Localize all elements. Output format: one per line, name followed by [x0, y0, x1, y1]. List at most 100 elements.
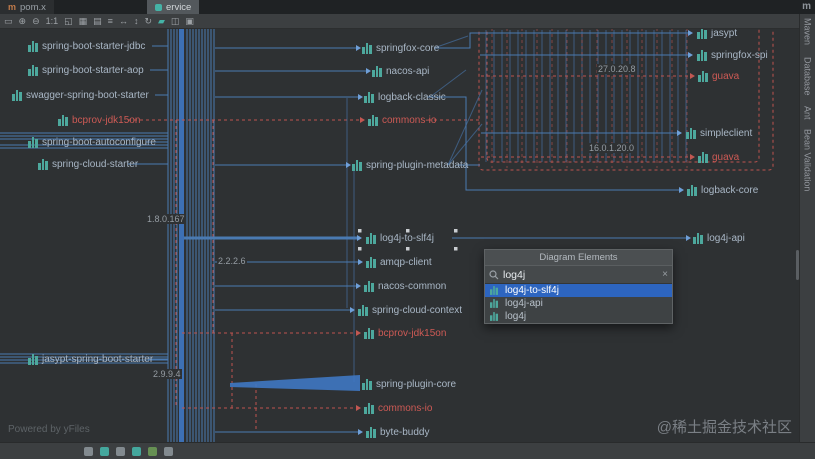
apply-layout-icon[interactable]: ≡	[108, 15, 113, 28]
actual-size-icon[interactable]: 1:1	[46, 15, 59, 28]
node-jasypt-spring-boot-starter[interactable]: jasypt-spring-boot-starter	[28, 352, 153, 366]
node-guava[interactable]: guava	[698, 69, 739, 83]
popup-item-log4j-api[interactable]: log4j-api	[485, 297, 672, 310]
node-jasypt[interactable]: jasypt	[697, 28, 737, 40]
node-label: guava	[712, 70, 740, 82]
node-swagger-spring-boot-starter[interactable]: swagger-spring-boot-starter	[12, 88, 149, 102]
toolwindow-tab-bean-validation[interactable]: Bean Validation	[803, 129, 813, 191]
node-commons-io[interactable]: commons-io	[368, 113, 436, 127]
maven-file-icon: m	[8, 2, 17, 12]
popup-item-label: log4j-to-slf4j	[505, 285, 559, 296]
fit-content-icon[interactable]: ◱	[64, 15, 73, 28]
node-bcprov-jdk15on[interactable]: bcprov-jdk15on	[364, 326, 446, 340]
expand-horizontal-icon[interactable]: ↔	[119, 15, 128, 28]
status-icon-5[interactable]	[148, 446, 157, 456]
node-commons-io[interactable]: commons-io	[364, 401, 432, 415]
status-bar-icons	[0, 446, 173, 456]
diagram-toolbar: ▭ ⊕ ⊖ 1:1 ◱ ▦ ▤ ≡ ↔ ↕ ↻ ▰ ◫ ▣	[0, 14, 800, 29]
node-springfox-core[interactable]: springfox-core	[362, 41, 439, 55]
zoom-in-icon[interactable]: ⊕	[19, 15, 27, 28]
clear-search-icon[interactable]: ×	[662, 269, 668, 280]
node-label: logback-classic	[378, 91, 446, 103]
run-layout-icon[interactable]: ▰	[158, 15, 165, 28]
popup-item-log4j-to-slf4j[interactable]: log4j-to-slf4j	[485, 284, 672, 297]
node-spring-cloud-context[interactable]: spring-cloud-context	[358, 303, 462, 317]
node-label: spring-boot-autoconfigure	[42, 136, 156, 148]
library-icon	[364, 327, 375, 339]
node-bcprov-jdk15on[interactable]: bcprov-jdk15on	[58, 113, 140, 127]
library-icon	[687, 184, 698, 196]
selection-tool-icon[interactable]: ▭	[4, 15, 13, 28]
search-input[interactable]	[503, 268, 659, 281]
status-icon-3[interactable]	[116, 446, 125, 456]
zoom-out-icon[interactable]: ⊖	[32, 15, 40, 28]
node-label: spring-plugin-metadata	[366, 159, 469, 171]
diagram-canvas[interactable]: Diagram Elements × log4j-to-slf4j log4j-a…	[0, 28, 800, 443]
diagram-file-icon	[155, 3, 162, 11]
toolwindow-tab-ant[interactable]: Ant	[803, 106, 813, 120]
status-icon-2[interactable]	[100, 446, 109, 456]
tab-label: ervice	[166, 1, 192, 13]
node-guava[interactable]: guava	[698, 150, 739, 164]
grid-icon[interactable]: ▦	[79, 15, 88, 28]
node-spring-boot-autoconfigure[interactable]: spring-boot-autoconfigure	[28, 135, 156, 149]
search-icon	[489, 269, 499, 279]
status-icon-6[interactable]	[164, 446, 173, 456]
toolwindow-tab-maven[interactable]: Maven	[803, 18, 813, 45]
node-springfox-spi[interactable]: springfox-spi	[697, 48, 768, 62]
library-icon	[28, 353, 39, 365]
tab-service-diagram[interactable]: ervice	[147, 0, 200, 14]
library-icon	[693, 232, 704, 244]
node-label: nacos-api	[386, 65, 430, 77]
node-spring-cloud-starter[interactable]: spring-cloud-starter	[38, 157, 138, 171]
node-log4j-to-slf4j[interactable]: log4j-to-slf4j	[366, 231, 434, 245]
status-icon-1[interactable]	[84, 446, 93, 456]
node-amqp-client[interactable]: amqp-client	[366, 255, 432, 269]
popup-item-log4j[interactable]: log4j	[485, 310, 672, 323]
library-icon	[698, 151, 709, 163]
node-label: commons-io	[378, 402, 433, 414]
node-label: log4j-to-slf4j	[380, 232, 434, 244]
library-icon	[372, 65, 383, 77]
node-label: spring-plugin-core	[376, 378, 457, 390]
node-label: spring-boot-starter-jdbc	[42, 40, 146, 52]
status-icon-4[interactable]	[132, 446, 141, 456]
export-image-icon[interactable]: ◫	[171, 15, 180, 28]
expand-vertical-icon[interactable]: ↕	[134, 15, 139, 28]
refresh-diagram-icon[interactable]: ↻	[144, 15, 152, 28]
print-icon[interactable]: ▣	[185, 15, 194, 28]
status-bar	[0, 442, 815, 459]
node-label: amqp-client	[380, 256, 432, 268]
node-spring-boot-starter-jdbc[interactable]: spring-boot-starter-jdbc	[28, 39, 145, 53]
node-label: springfox-core	[376, 42, 440, 54]
node-nacos-api[interactable]: nacos-api	[372, 64, 429, 78]
node-log4j-api[interactable]: log4j-api	[693, 231, 745, 245]
edge-version-label: 16.0.1.20.0	[588, 143, 636, 153]
tab-pom[interactable]: m pom.x	[0, 0, 54, 14]
node-label: spring-cloud-context	[372, 304, 463, 316]
node-label: bcprov-jdk15on	[378, 327, 447, 339]
node-logback-classic[interactable]: logback-classic	[364, 90, 446, 104]
library-icon	[358, 304, 369, 316]
node-label: spring-cloud-starter	[52, 158, 139, 170]
node-simpleclient[interactable]: simpleclient	[686, 126, 752, 140]
tab-label: pom.x	[20, 1, 46, 13]
node-logback-core[interactable]: logback-core	[687, 183, 758, 197]
snap-to-grid-icon[interactable]: ▤	[93, 15, 102, 28]
popup-title[interactable]: Diagram Elements	[485, 250, 672, 266]
library-icon	[490, 312, 499, 321]
toolwindow-tab-database[interactable]: Database	[803, 57, 813, 96]
node-spring-boot-starter-aop[interactable]: spring-boot-starter-aop	[28, 63, 144, 77]
node-nacos-common[interactable]: nacos-common	[364, 279, 446, 293]
node-spring-plugin-core[interactable]: spring-plugin-core	[362, 377, 456, 391]
popup-item-label: log4j-api	[505, 298, 543, 309]
diagram-elements-popup: Diagram Elements × log4j-to-slf4j log4j-a…	[484, 249, 673, 324]
library-icon	[368, 114, 379, 126]
ide-window: m pom.x ervice m ▭ ⊕ ⊖ 1:1 ◱ ▦ ▤ ≡ ↔ ↕ ↻ ▰ ◫ ▣ Diagra…	[0, 0, 815, 459]
editor-tab-bar: m pom.x ervice m	[0, 0, 815, 14]
library-icon	[490, 299, 499, 308]
node-label: jasypt-spring-boot-starter	[42, 353, 154, 365]
node-spring-plugin-metadata[interactable]: spring-plugin-metadata	[352, 158, 468, 172]
library-icon	[58, 114, 69, 126]
node-byte-buddy[interactable]: byte-buddy	[366, 425, 429, 439]
